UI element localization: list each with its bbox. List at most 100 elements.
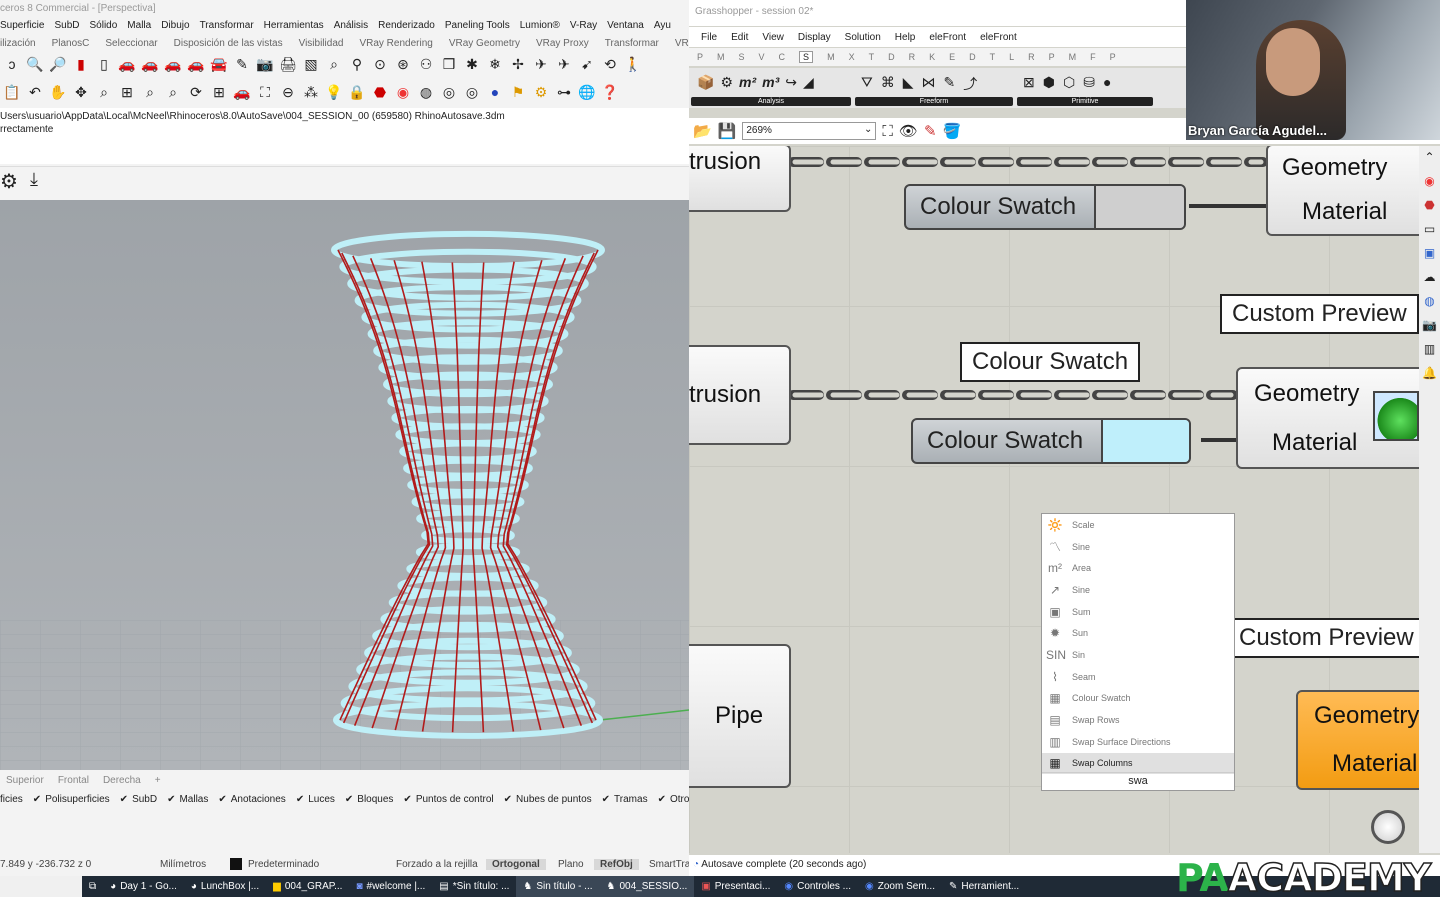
gh-menu-view[interactable]: View [762, 32, 784, 43]
menu-subd[interactable]: SubD [54, 20, 79, 31]
gh-tab-15[interactable]: L [1009, 52, 1014, 62]
color-wheel-icon[interactable]: ◉ [393, 82, 413, 102]
colour-swatch-1[interactable]: Colour Swatch [904, 184, 1186, 230]
camera-icon[interactable]: 📷 [255, 54, 275, 74]
menu-herramientas[interactable]: Herramientas [264, 20, 324, 31]
taskbar-item-herramient[interactable]: ✎ Herramient... [942, 876, 1026, 897]
points-icon[interactable]: ⁂ [301, 82, 321, 102]
save-icon[interactable]: 💾 [718, 122, 737, 140]
filter-luces[interactable]: ✔ Luces [296, 794, 335, 805]
move-icon[interactable]: ✥ [71, 82, 91, 102]
plane-2-icon[interactable]: ✈ [554, 54, 574, 74]
gh-tab-1[interactable]: M [717, 52, 725, 62]
plane-3-icon[interactable]: ➹ [577, 54, 597, 74]
menu-solido[interactable]: Sólido [89, 20, 117, 31]
grid-icon[interactable]: ⊞ [209, 82, 229, 102]
taskbar-item-powerpoint[interactable]: ▣ Presentaci... [694, 876, 777, 897]
ray-material-icon[interactable]: ▯ [94, 54, 114, 74]
lasso-icon[interactable]: ↄ [2, 54, 22, 74]
car-5-icon[interactable]: 🚘 [209, 54, 229, 74]
person-icon[interactable]: ⚇ [416, 54, 436, 74]
refobj-toggle[interactable]: RefObj [594, 859, 639, 870]
cubes-icon[interactable]: ⬡ [1063, 74, 1075, 91]
globe-icon[interactable]: ◍ [1424, 294, 1434, 308]
car-2-icon[interactable]: 🚗 [140, 54, 160, 74]
taskbar-item-zoom-controles[interactable]: ◉ Controles ... [777, 876, 858, 897]
sphere-icon[interactable]: ◍ [416, 82, 436, 102]
gh-tab-13[interactable]: D [969, 52, 976, 62]
menu-analisis[interactable]: Análisis [334, 20, 368, 31]
tab-visibilidad[interactable]: Visibilidad [299, 38, 344, 49]
plane-icon[interactable]: ✈ [531, 54, 551, 74]
preview-paint-icon[interactable]: ✎ [924, 122, 937, 140]
ray-icon[interactable]: ▮ [71, 54, 91, 74]
zoom-dropdown[interactable]: 269% ⌄ [742, 122, 877, 140]
gh-tab-18[interactable]: M [1069, 52, 1077, 62]
gh-tab-6[interactable]: M [827, 52, 835, 62]
tab-disposicion[interactable]: Disposición de las vistas [174, 38, 283, 49]
task-view-icon[interactable]: ⧉ [82, 876, 103, 897]
filter-puntos-control[interactable]: ✔ Puntos de control [403, 794, 493, 805]
zoom-extents-icon[interactable]: ⛶ [882, 123, 893, 140]
search-result-item[interactable]: ▦ Swap Columns [1042, 752, 1234, 775]
lattice-icon[interactable]: ⌘ [881, 74, 895, 94]
clipboard-icon[interactable]: 📋 [2, 82, 22, 102]
gear-icon[interactable]: ⚙ [0, 169, 18, 194]
loft-icon[interactable]: ⤴ [963, 74, 977, 94]
grid-snap-toggle[interactable]: Forzado a la rejilla [396, 859, 478, 870]
globe-icon[interactable]: 🌐 [577, 82, 597, 102]
rotate-icon[interactable]: ⟳ [186, 82, 206, 102]
taskbar-item-chrome-day1[interactable]: ◕ Day 1 - Go... [103, 876, 184, 897]
paint-icon[interactable]: ⬣ [370, 82, 390, 102]
gh-tab-0[interactable]: P [697, 52, 703, 62]
bell-icon[interactable]: 🔔 [1422, 366, 1437, 380]
ortho-toggle[interactable]: Ortogonal [486, 859, 546, 870]
filter-polisuperficies[interactable]: ✔ Polisuperficies [33, 794, 110, 805]
gh-tab-4[interactable]: C [779, 52, 786, 62]
perspective-viewport[interactable] [0, 200, 689, 770]
gh-tab-16[interactable]: R [1028, 52, 1035, 62]
menu-vray[interactable]: V-Ray [570, 20, 597, 31]
cylinder-icon[interactable]: ⛁ [1083, 74, 1095, 91]
taskbar-item-notepad[interactable]: ▤ *Sin título: ... [432, 876, 516, 897]
menu-lumion[interactable]: Lumion® [520, 20, 560, 31]
star-icon[interactable]: ✱ [462, 54, 482, 74]
snowflake-icon[interactable]: ❄ [485, 54, 505, 74]
search-result-item[interactable]: ▥ Swap Surface Directions [1042, 731, 1234, 753]
compass-icon[interactable]: ⊛ [393, 54, 413, 74]
target-icon[interactable]: ⊙ [370, 54, 390, 74]
tab-transformar[interactable]: Transformar [605, 38, 659, 49]
taskbar-item-zoom-sem[interactable]: ◉ Zoom Sem... [858, 876, 942, 897]
extrusion-component-2[interactable]: trusion [689, 345, 791, 445]
scroll-up-icon[interactable]: ⌃ [1424, 150, 1434, 164]
extrusion-component-1[interactable]: trusion [689, 146, 791, 212]
gh-menu-display[interactable]: Display [798, 32, 831, 43]
gh-tab-19[interactable]: F [1090, 52, 1096, 62]
car-red-icon[interactable]: 🚗 [232, 82, 252, 102]
zoom-icon[interactable]: 🔍 [25, 54, 45, 74]
tab-seleccionar[interactable]: Seleccionar [105, 38, 157, 49]
filter-bloques[interactable]: ✔ Bloques [345, 794, 394, 805]
plane-icon[interactable]: ◢ [803, 74, 814, 91]
car-3-icon[interactable]: 🚗 [163, 54, 183, 74]
camera-icon[interactable]: 📷 [1422, 318, 1437, 332]
gh-menu-elefront[interactable]: eleFront [929, 32, 966, 43]
tree-icon[interactable]: ⊶ [554, 82, 574, 102]
zoom-extents-icon[interactable]: ⊞ [117, 82, 137, 102]
swatch-colour-grey[interactable] [1094, 186, 1184, 228]
vtab-derecha[interactable]: Derecha [103, 775, 141, 786]
zoom-window-icon[interactable]: 🔎 [48, 54, 68, 74]
net-icon[interactable]: ⋈ [922, 74, 936, 94]
vtab-add[interactable]: + [155, 775, 161, 786]
search-input[interactable]: swa [1042, 772, 1234, 790]
gh-menu-solution[interactable]: Solution [845, 32, 881, 43]
gear-icon[interactable]: ⚙ [531, 82, 551, 102]
layer-color-swatch[interactable] [230, 858, 242, 870]
taskbar-item-004-grap[interactable]: ▆ 004_GRAP... [266, 876, 349, 897]
help-icon[interactable]: ❓ [600, 82, 620, 102]
custom-preview-component-1[interactable]: Geometry Material [1266, 146, 1419, 236]
brush-icon[interactable]: ✎ [944, 74, 956, 94]
dimension-icon[interactable]: ⊖ [278, 82, 298, 102]
gh-tab-12[interactable]: E [949, 52, 955, 62]
eye-icon[interactable]: 👁 [899, 122, 918, 140]
